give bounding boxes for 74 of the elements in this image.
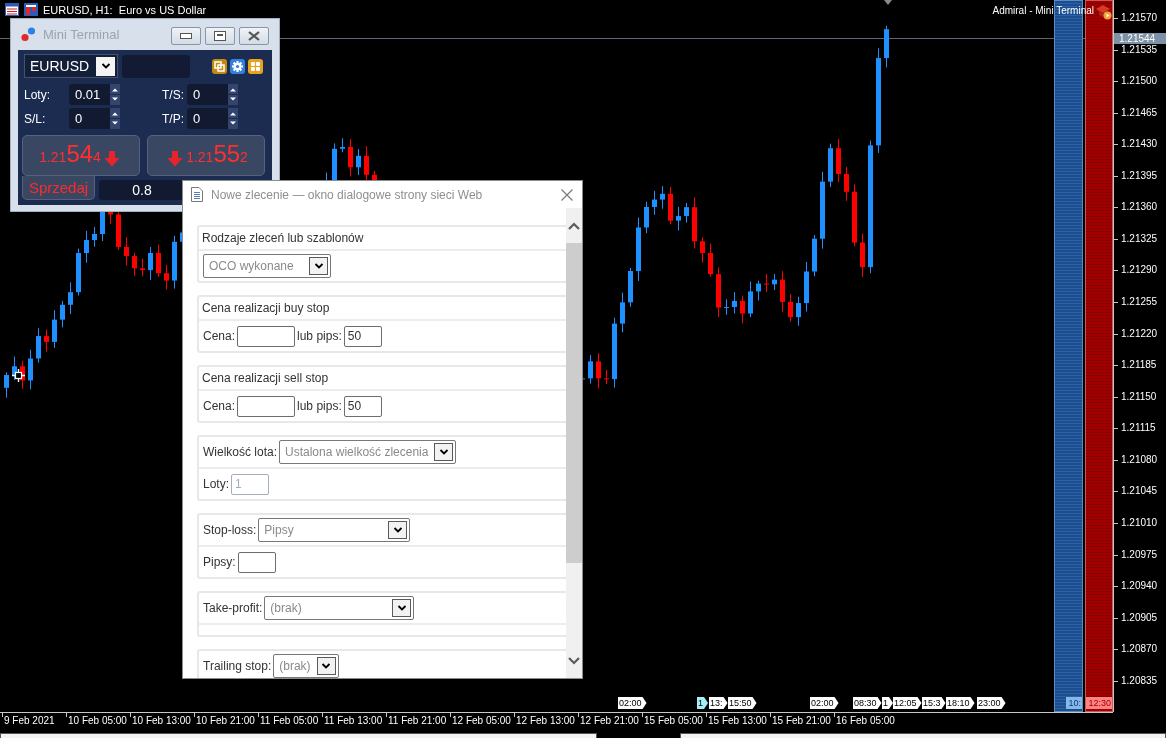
price-label: 1.21430 <box>1114 128 1166 160</box>
price-label: 1.21220 <box>1114 317 1166 350</box>
dropdown[interactable]: Pipsy <box>258 518 411 542</box>
event-flag: 02:00 <box>810 697 839 709</box>
chevron-down-icon <box>434 443 454 461</box>
price-label: 1.21395 <box>1114 160 1166 192</box>
text-field[interactable] <box>237 551 276 573</box>
depth-time-label: 12:30 <box>1086 697 1112 709</box>
event-flag: 1 <box>697 697 708 709</box>
price-label: 1.20940 <box>1114 570 1166 602</box>
chevron-down-icon <box>568 656 580 665</box>
chevron-down-icon <box>388 521 408 539</box>
time-label: 10 Feb 13:00 <box>130 713 194 729</box>
time-label: 12 Feb 21:00 <box>578 713 642 729</box>
dropdown[interactable]: Ustalona wielkość zlecenia <box>279 440 457 464</box>
cap-icon[interactable] <box>1095 3 1112 20</box>
current-price-label: 1.21544 <box>1114 33 1166 44</box>
text-field[interactable]: 50 <box>343 395 382 417</box>
price-label: 1.21500 <box>1114 65 1166 97</box>
chevron-down-icon <box>392 599 412 617</box>
field-label: Pipsy: <box>203 555 236 569</box>
chart-title: EURUSD, H1: Euro vs US Dollar <box>43 3 207 16</box>
price-label: 1.20835 <box>1114 665 1166 697</box>
price-label: 1.21465 <box>1114 96 1166 129</box>
price-label: 1.20870 <box>1114 633 1166 665</box>
depth-time-label: 10: <box>1066 697 1082 709</box>
price-label: 1.21115 <box>1114 412 1166 445</box>
time-label: 12 Feb 05:00 <box>450 713 514 729</box>
price-label: 1.21290 <box>1114 254 1166 287</box>
price-label: 1.21185 <box>1114 349 1166 381</box>
time-label: 15 Feb 21:00 <box>770 713 834 729</box>
bars-icon[interactable] <box>24 3 38 16</box>
time-label: 11 Feb 21:00 <box>386 713 450 729</box>
dropdown[interactable]: (brak) <box>273 654 339 678</box>
time-label: 10 Feb 21:00 <box>194 713 258 729</box>
field-label: Trailing stop: <box>203 659 272 673</box>
price-label: 1.21045 <box>1114 475 1166 508</box>
event-flag: 12:05 <box>893 697 922 709</box>
event-flag: 18:10 <box>946 697 975 709</box>
price-label: 1.21150 <box>1114 380 1166 413</box>
time-label: 15 Feb 05:00 <box>642 713 706 729</box>
time-label: 12 Feb 13:00 <box>514 713 578 729</box>
text-field[interactable] <box>237 395 296 417</box>
event-flag: 15:3 <box>922 697 946 709</box>
event-flag: 15:50 <box>728 697 757 709</box>
event-flag: 23:00 <box>977 697 1006 709</box>
event-flag: 13: <box>709 697 728 709</box>
time-label: 11 Feb 13:00 <box>322 713 386 729</box>
table-icon[interactable] <box>5 3 19 16</box>
field-label: Wielkość lota: <box>203 445 278 459</box>
time-label: 15 Feb 13:00 <box>706 713 770 729</box>
dropdown[interactable]: (brak) <box>264 596 415 620</box>
price-label: 1.21570 <box>1114 2 1166 34</box>
price-label: 1.21325 <box>1114 223 1166 255</box>
field-label: Loty: <box>203 477 229 491</box>
price-label: 1.21360 <box>1114 191 1166 224</box>
time-label: 11 Feb 05:00 <box>258 713 322 729</box>
price-label: 1.20905 <box>1114 601 1166 634</box>
field-label: lub pips: <box>297 399 342 413</box>
event-flag: 02:00 <box>618 697 647 709</box>
field-label: Take-profit: <box>203 601 263 615</box>
price-label: 1.21255 <box>1114 286 1166 318</box>
field-label: Cena: <box>203 399 236 413</box>
chevron-down-icon <box>316 657 336 675</box>
price-label: 1.21010 <box>1114 507 1166 539</box>
event-flag: 08:30 <box>853 697 882 709</box>
triangle-marker-icon <box>884 0 892 5</box>
price-label: 1.21080 <box>1114 444 1166 476</box>
time-label: 10 Feb 05:00 <box>66 713 130 729</box>
time-label: 16 Feb 05:00 <box>834 713 898 729</box>
field-label: Stop-loss: <box>203 523 257 537</box>
price-label: 1.20975 <box>1114 538 1166 571</box>
event-flag: 1 <box>882 697 893 709</box>
time-label: 9 Feb 2021 <box>2 713 66 729</box>
